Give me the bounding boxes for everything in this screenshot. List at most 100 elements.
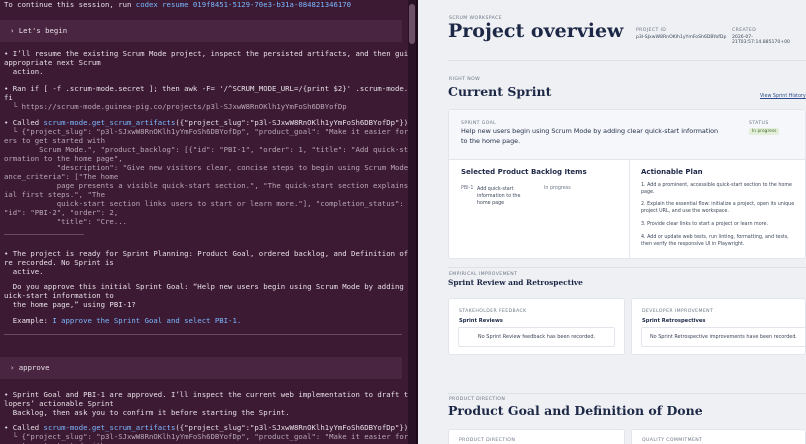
terminal-text-segment: quick-start section links users to start… [56, 199, 404, 208]
terminal-text-segment: ial first steps.", "The [4, 190, 106, 199]
terminal-text-segment: └ https://scrum-mode.guinea-pig.co/proje… [4, 102, 347, 111]
terminal-text-segment: uick-start information to [4, 291, 114, 300]
terminal-line: page presents a visible quick-start sect… [4, 181, 408, 190]
sprint-retros-title: Sprint Retrospectives [642, 318, 706, 324]
status-badge: In progress [749, 128, 780, 135]
terminal-line: └ {"project_slug": "p3l-SJxwW8RnOKlh1yYm… [4, 432, 408, 441]
terminal-text-segment: page presents a visible quick-start sect… [56, 181, 408, 190]
terminal-line: Example: I approve the Sprint Goal and s… [4, 316, 241, 325]
terminal-text-segment: the home page,” using PBI-1? [4, 300, 136, 309]
developer-label: DEVELOPER IMPROVEMENT [642, 309, 714, 314]
scrollbar-thumb[interactable] [409, 4, 415, 44]
sprint-reviews-card: STAKEHOLDER FEEDBACK Sprint Reviews No S… [448, 298, 625, 355]
terminal-text-segment: Do you approve this initial Sprint Goal:… [4, 282, 408, 291]
terminal-line: To continue this session, run codex resu… [4, 0, 351, 9]
current-sprint-title: Current Sprint [448, 84, 552, 99]
current-sprint-card: SPRINT GOAL Help new users begin using S… [448, 109, 806, 259]
backlog-item-id: PBI-1 [461, 186, 474, 191]
terminal-line: fi [4, 93, 13, 102]
created-value: 2026-07-21T03:57:14.885170+00 [732, 35, 790, 45]
terminal-text-segment: ers to get started with [4, 136, 106, 145]
right-now-label: RIGHT NOW [449, 77, 481, 82]
created-label: CREATED [732, 28, 757, 33]
terminal-text-segment: I approve the Sprint Goal and select PBI… [52, 316, 242, 325]
goal-dod-title: Product Goal and Definition of Done [448, 403, 703, 418]
terminal-text-segment: "title": "Cre... [4, 217, 128, 226]
plan-title: Actionable Plan [641, 168, 703, 176]
section-divider [448, 393, 806, 394]
terminal-scrollbar[interactable] [408, 0, 416, 444]
reviews-empty-state: No Sprint Review feedback has been recor… [458, 327, 615, 347]
terminal-line: uick-start information to [4, 291, 114, 300]
card-column-divider [629, 160, 630, 259]
terminal-line: quick-start section links users to start… [4, 199, 408, 208]
terminal-line: active. [4, 267, 44, 276]
plan-step: 4. Add or update web tests, run linting,… [641, 235, 789, 247]
terminal-text-segment: scrum-mode.get_scrum_artifacts [43, 118, 176, 127]
project-overview-page: SCRUM WORKSPACE Project overview PROJECT… [418, 0, 806, 444]
terminal-text-segment: • Called [4, 118, 44, 127]
terminal-line: "description": "Give new visitors clear,… [4, 163, 408, 172]
terminal-line: re recorded. No Sprint is [4, 258, 114, 267]
terminal-text-segment: ance_criteria": ["The home [4, 172, 119, 181]
terminal-line: the home page,” using PBI-1? [4, 300, 136, 309]
sprint-goal-label: SPRINT GOAL [461, 121, 497, 126]
terminal-text-segment: • The project is ready for Sprint Planni… [4, 249, 408, 258]
product-direction-card-label: PRODUCT DIRECTION [459, 438, 516, 443]
project-id-label: PROJECT ID [636, 28, 667, 33]
terminal-text-segment: • I’ll resume the existing Scrum Mode pr… [4, 49, 408, 58]
terminal-text-segment: ({"project_slug":"p3l-SJxwW8RnOKlh1yYmFo… [175, 423, 408, 432]
terminal-line: • I’ll resume the existing Scrum Mode pr… [4, 49, 408, 58]
divider [4, 234, 84, 235]
terminal-text-segment: Example: [4, 316, 53, 325]
terminal-text-segment: active. [4, 267, 44, 276]
terminal-text-segment: action. [4, 67, 44, 76]
terminal-line: • Sprint Goal and PBI-1 are approved. I’… [4, 390, 408, 399]
terminal-line: ance_criteria": ["The home [4, 172, 118, 181]
section-divider [448, 267, 806, 268]
terminal-text-segment: To continue this session, run [4, 0, 136, 9]
user-prompt-box: › approve [0, 357, 402, 379]
terminal-pane[interactable]: To continue this session, run codex resu… [0, 0, 408, 444]
view-sprint-history-link[interactable]: View Sprint History [760, 94, 806, 99]
terminal-text-segment: "description": "Give new visitors clear,… [56, 163, 408, 172]
terminal-text-segment: scrum-mode.get_scrum_artifacts [43, 423, 176, 432]
terminal-text-segment: "id": "PBI-2", "order": 2, [4, 208, 119, 217]
terminal-line: ormation to the home page", [4, 154, 123, 163]
user-prompt-box: › Let's begin [0, 20, 402, 42]
empirical-label: EMPIRICAL IMPROVEMENT [449, 272, 518, 277]
product-direction-label: PRODUCT DIRECTION [449, 397, 506, 402]
backlog-item-title[interactable]: Add quick-start information to the home … [477, 186, 535, 207]
retros-empty-state: No Sprint Retrospective improvements hav… [641, 327, 806, 347]
product-direction-card: PRODUCT DIRECTION [448, 429, 625, 444]
sprint-goal-text: Help new users begin using Scrum Mode by… [461, 127, 719, 145]
terminal-text-segment: • Ran if [ -f .scrum-mode.secret ]; then… [4, 84, 408, 93]
terminal-text-segment: • Called [4, 423, 44, 432]
stakeholder-label: STAKEHOLDER FEEDBACK [459, 309, 527, 314]
backlog-title: Selected Product Backlog Items [461, 168, 587, 176]
terminal-text-segment: appropriate next Scrum [4, 58, 101, 67]
user-prompt-text: › approve [10, 363, 50, 372]
terminal-line: Do you approve this initial Sprint Goal:… [4, 282, 408, 291]
user-prompt-text: › Let's begin [10, 26, 68, 35]
terminal-text-segment: └ {"project_slug": "p3l-SJxwW8RnOKlh1yYm… [4, 127, 408, 136]
terminal-line: • Called scrum-mode.get_scrum_artifacts(… [4, 118, 408, 127]
terminal-line: • Called scrum-mode.get_scrum_artifacts(… [4, 423, 408, 432]
terminal-text-segment: re recorded. No Sprint is [4, 258, 114, 267]
terminal-text-segment: codex resume 019f8451-5129-70e3-b31a-084… [135, 0, 352, 9]
terminal-line: Scrum Mode.", "product_backlog": [{"id":… [4, 145, 408, 154]
terminal-line: • The project is ready for Sprint Planni… [4, 249, 408, 258]
quality-label: QUALITY COMMITMENT [642, 438, 703, 443]
terminal-text-segment: ormation to the home page", [4, 154, 123, 163]
terminal-line: └ {"project_slug": "p3l-SJxwW8RnOKlh1yYm… [4, 127, 408, 136]
terminal-text-segment: fi [4, 93, 13, 102]
section-divider [448, 60, 806, 61]
terminal-line: ial first steps.", "The [4, 190, 105, 199]
terminal-line: • Ran if [ -f .scrum-mode.secret ]; then… [4, 84, 408, 93]
status-label: STATUS [749, 121, 769, 126]
terminal-text-segment: ({"project_slug":"p3l-SJxwW8RnOKlh1yYmFo… [175, 118, 408, 127]
terminal-line: lopers’ actionable Sprint [4, 399, 114, 408]
page-title: Project overview [448, 20, 624, 42]
divider [4, 334, 402, 335]
sprint-retros-card: DEVELOPER IMPROVEMENT Sprint Retrospecti… [631, 298, 806, 355]
